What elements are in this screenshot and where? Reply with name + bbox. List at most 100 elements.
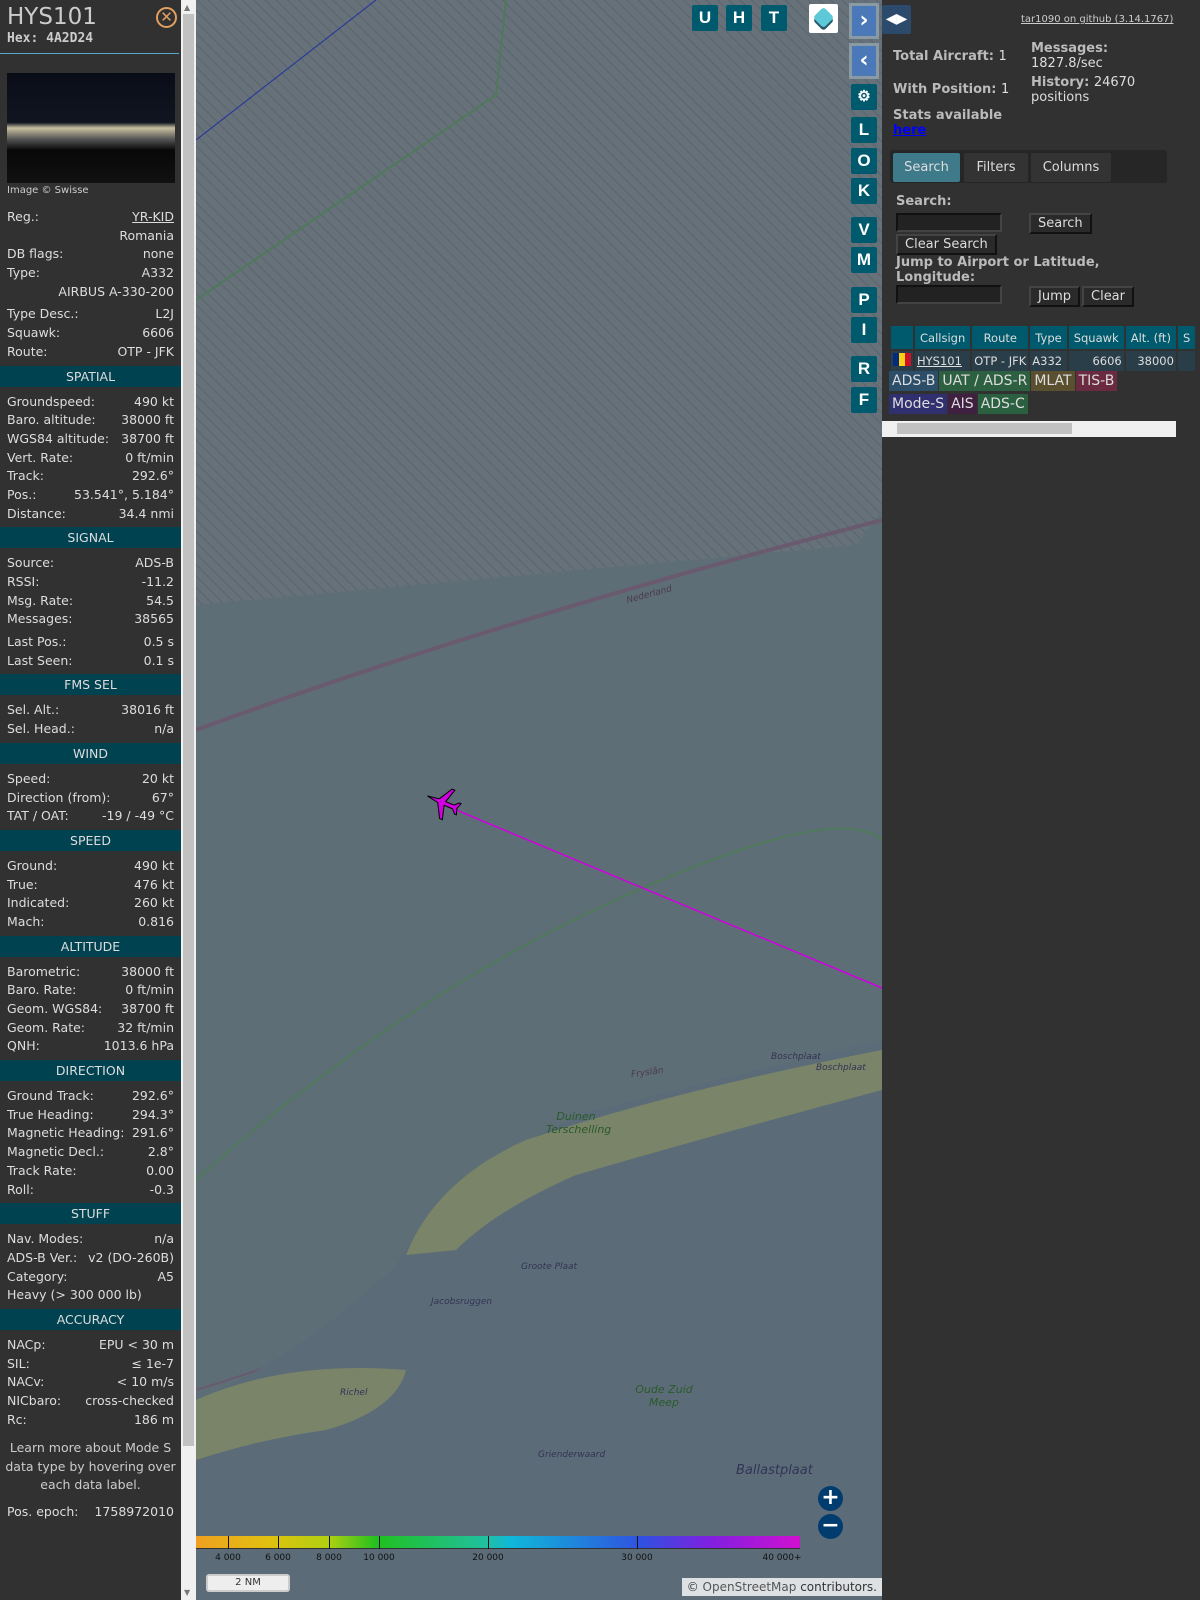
row-label: True: bbox=[7, 876, 38, 892]
scale-tick-label: 10 000 bbox=[363, 1553, 395, 1563]
scroll-down-icon[interactable]: ▼ bbox=[184, 1588, 190, 1597]
column-header-callsign[interactable]: Callsign bbox=[915, 326, 971, 349]
column-header-type[interactable]: Type bbox=[1030, 326, 1067, 349]
column-header-squawk[interactable]: Squawk bbox=[1068, 326, 1124, 349]
map-button-l[interactable]: L bbox=[851, 117, 877, 143]
row-value: none bbox=[142, 246, 174, 262]
scrollbar-thumb[interactable] bbox=[183, 14, 194, 1446]
jump-input[interactable] bbox=[896, 285, 1002, 304]
row-value: 0 ft/min bbox=[125, 982, 174, 998]
row-label: Last Pos.: bbox=[7, 634, 67, 650]
legend-ais: AIS bbox=[948, 394, 977, 414]
previous-button[interactable]: ‹ bbox=[849, 43, 879, 79]
detail-row: True Heading: 294.3° bbox=[0, 1106, 181, 1125]
toggle-sidebar-button[interactable]: ◀▶ bbox=[882, 5, 911, 34]
map[interactable]: Nederland Fryslân Duinen Terschelling Bosch… bbox=[196, 0, 882, 1600]
legend-uatadsr: UAT / ADS-R bbox=[939, 371, 1031, 391]
scale-tick-label: 8 000 bbox=[316, 1553, 342, 1563]
stats-available: Stats available here bbox=[893, 108, 1002, 138]
map-label: Richel bbox=[340, 1388, 368, 1398]
osm-link[interactable]: OpenStreetMap bbox=[703, 1580, 797, 1594]
github-link[interactable]: tar1090 on github (3.14.1767) bbox=[1021, 14, 1173, 25]
table-row[interactable]: HYS101 OTP - JFK A332 6606 38000 bbox=[891, 351, 1196, 371]
row-value: 0.1 s bbox=[143, 652, 174, 668]
info-row: Type Desc.: L2J bbox=[0, 305, 181, 324]
info-row: Type: A332 bbox=[0, 264, 181, 283]
map-button-p[interactable]: P bbox=[851, 287, 877, 313]
tab-filters[interactable]: Filters bbox=[964, 153, 1028, 182]
detail-row: Roll: -0.3 bbox=[0, 1181, 181, 1200]
detail-row: Source: ADS-B bbox=[0, 554, 181, 573]
zoom-in-button[interactable]: + bbox=[818, 1486, 843, 1511]
close-icon[interactable]: ✕ bbox=[156, 7, 177, 28]
column-header-s[interactable]: S bbox=[1177, 326, 1196, 349]
cell-callsign[interactable]: HYS101 bbox=[915, 351, 971, 371]
registration-link[interactable]: YR-KID bbox=[132, 208, 174, 227]
info-row: Route: OTP - JFK bbox=[0, 343, 181, 362]
row-value: 38000 ft bbox=[121, 963, 174, 979]
map-button-k[interactable]: K bbox=[851, 178, 877, 204]
jump-button[interactable]: Jump bbox=[1029, 286, 1080, 307]
column-header-altft[interactable]: Alt. (ft) bbox=[1125, 326, 1176, 349]
detail-row: Direction (from): 67° bbox=[0, 789, 181, 808]
row-value: v2 (DO-260B) bbox=[88, 1249, 174, 1265]
row-label: ADS-B Ver.: bbox=[7, 1249, 78, 1265]
row-label: Type Desc.: bbox=[7, 306, 79, 322]
map-button-i[interactable]: I bbox=[851, 317, 877, 343]
map-button-v[interactable]: V bbox=[851, 217, 877, 243]
column-header-flag[interactable] bbox=[891, 326, 913, 349]
row-value: 38565 bbox=[134, 611, 174, 627]
aircraft-marker[interactable] bbox=[421, 781, 465, 824]
stats-link[interactable]: here bbox=[893, 123, 926, 138]
detail-row: Track Rate: 0.00 bbox=[0, 1162, 181, 1181]
scrollbar-thumb[interactable] bbox=[897, 423, 1072, 434]
aircraft-callsign: HYS101 bbox=[7, 4, 97, 30]
aircraft-detail-sidebar: HYS101 Hex: 4A2D24 ✕ Image © Swisse Reg.… bbox=[0, 0, 181, 1600]
tab-columns[interactable]: Columns bbox=[1031, 153, 1111, 182]
layers-button[interactable] bbox=[809, 4, 838, 33]
map-button-o[interactable]: O bbox=[851, 148, 877, 174]
column-header-route[interactable]: Route bbox=[972, 326, 1029, 349]
legend-modes: Mode-S bbox=[889, 394, 948, 414]
detail-row: RSSI: -11.2 bbox=[0, 573, 181, 592]
sidebar-scrollbar[interactable]: ▲ ▼ bbox=[181, 0, 196, 1600]
tab-search[interactable]: Search bbox=[893, 153, 960, 182]
row-value: L2J bbox=[155, 306, 174, 322]
map-attribution: © OpenStreetMap contributors. bbox=[681, 1578, 882, 1596]
row-value: 0.816 bbox=[138, 913, 174, 929]
layers-icon bbox=[812, 6, 835, 29]
row-value: 294.3° bbox=[131, 1106, 174, 1122]
settings-button[interactable]: ⚙ bbox=[851, 84, 877, 110]
pos-epoch-row: Pos. epoch: 1758972010 bbox=[0, 1503, 181, 1522]
messages-rate: Messages: 1827.8/sec bbox=[1031, 41, 1181, 71]
detail-row: Groundspeed: 490 kt bbox=[0, 393, 181, 412]
detail-row: Ground Track: 292.6° bbox=[0, 1087, 181, 1106]
map-button-h[interactable]: H bbox=[726, 5, 752, 31]
row-label: Indicated: bbox=[7, 895, 70, 911]
row-label: Magnetic Heading: bbox=[7, 1125, 125, 1141]
row-value: 38016 ft bbox=[121, 702, 174, 718]
row-label: Type: bbox=[7, 265, 40, 281]
next-button[interactable]: › bbox=[849, 3, 879, 39]
row-value: 0.00 bbox=[146, 1162, 174, 1178]
aircraft-table: Callsign Route Type Squawk Alt. (ft) S HYS101… bbox=[889, 324, 1197, 373]
section-header-accuracy: ACCURACY bbox=[0, 1308, 181, 1330]
scroll-up-icon[interactable]: ▲ bbox=[184, 3, 190, 12]
horizontal-scrollbar[interactable] bbox=[882, 421, 1176, 437]
map-button-r[interactable]: R bbox=[851, 356, 877, 382]
clear-search-button[interactable]: Clear Search bbox=[896, 234, 997, 255]
row-value: 67° bbox=[151, 789, 174, 805]
map-button-u[interactable]: U bbox=[692, 5, 718, 31]
row-value: 6606 bbox=[142, 325, 174, 341]
zoom-out-button[interactable]: − bbox=[818, 1514, 843, 1539]
scale-tick-label: 6 000 bbox=[265, 1553, 291, 1563]
clear-button[interactable]: Clear bbox=[1082, 286, 1134, 307]
row-label: Geom. Rate: bbox=[7, 1019, 86, 1035]
search-button[interactable]: Search bbox=[1029, 213, 1092, 234]
search-input[interactable] bbox=[896, 213, 1002, 232]
map-button-t[interactable]: T bbox=[761, 5, 787, 31]
map-button-m[interactable]: M bbox=[851, 247, 877, 273]
aircraft-hex: Hex: 4A2D24 bbox=[7, 31, 94, 46]
map-button-f[interactable]: F bbox=[851, 387, 877, 413]
aircraft-photo[interactable] bbox=[7, 73, 175, 183]
